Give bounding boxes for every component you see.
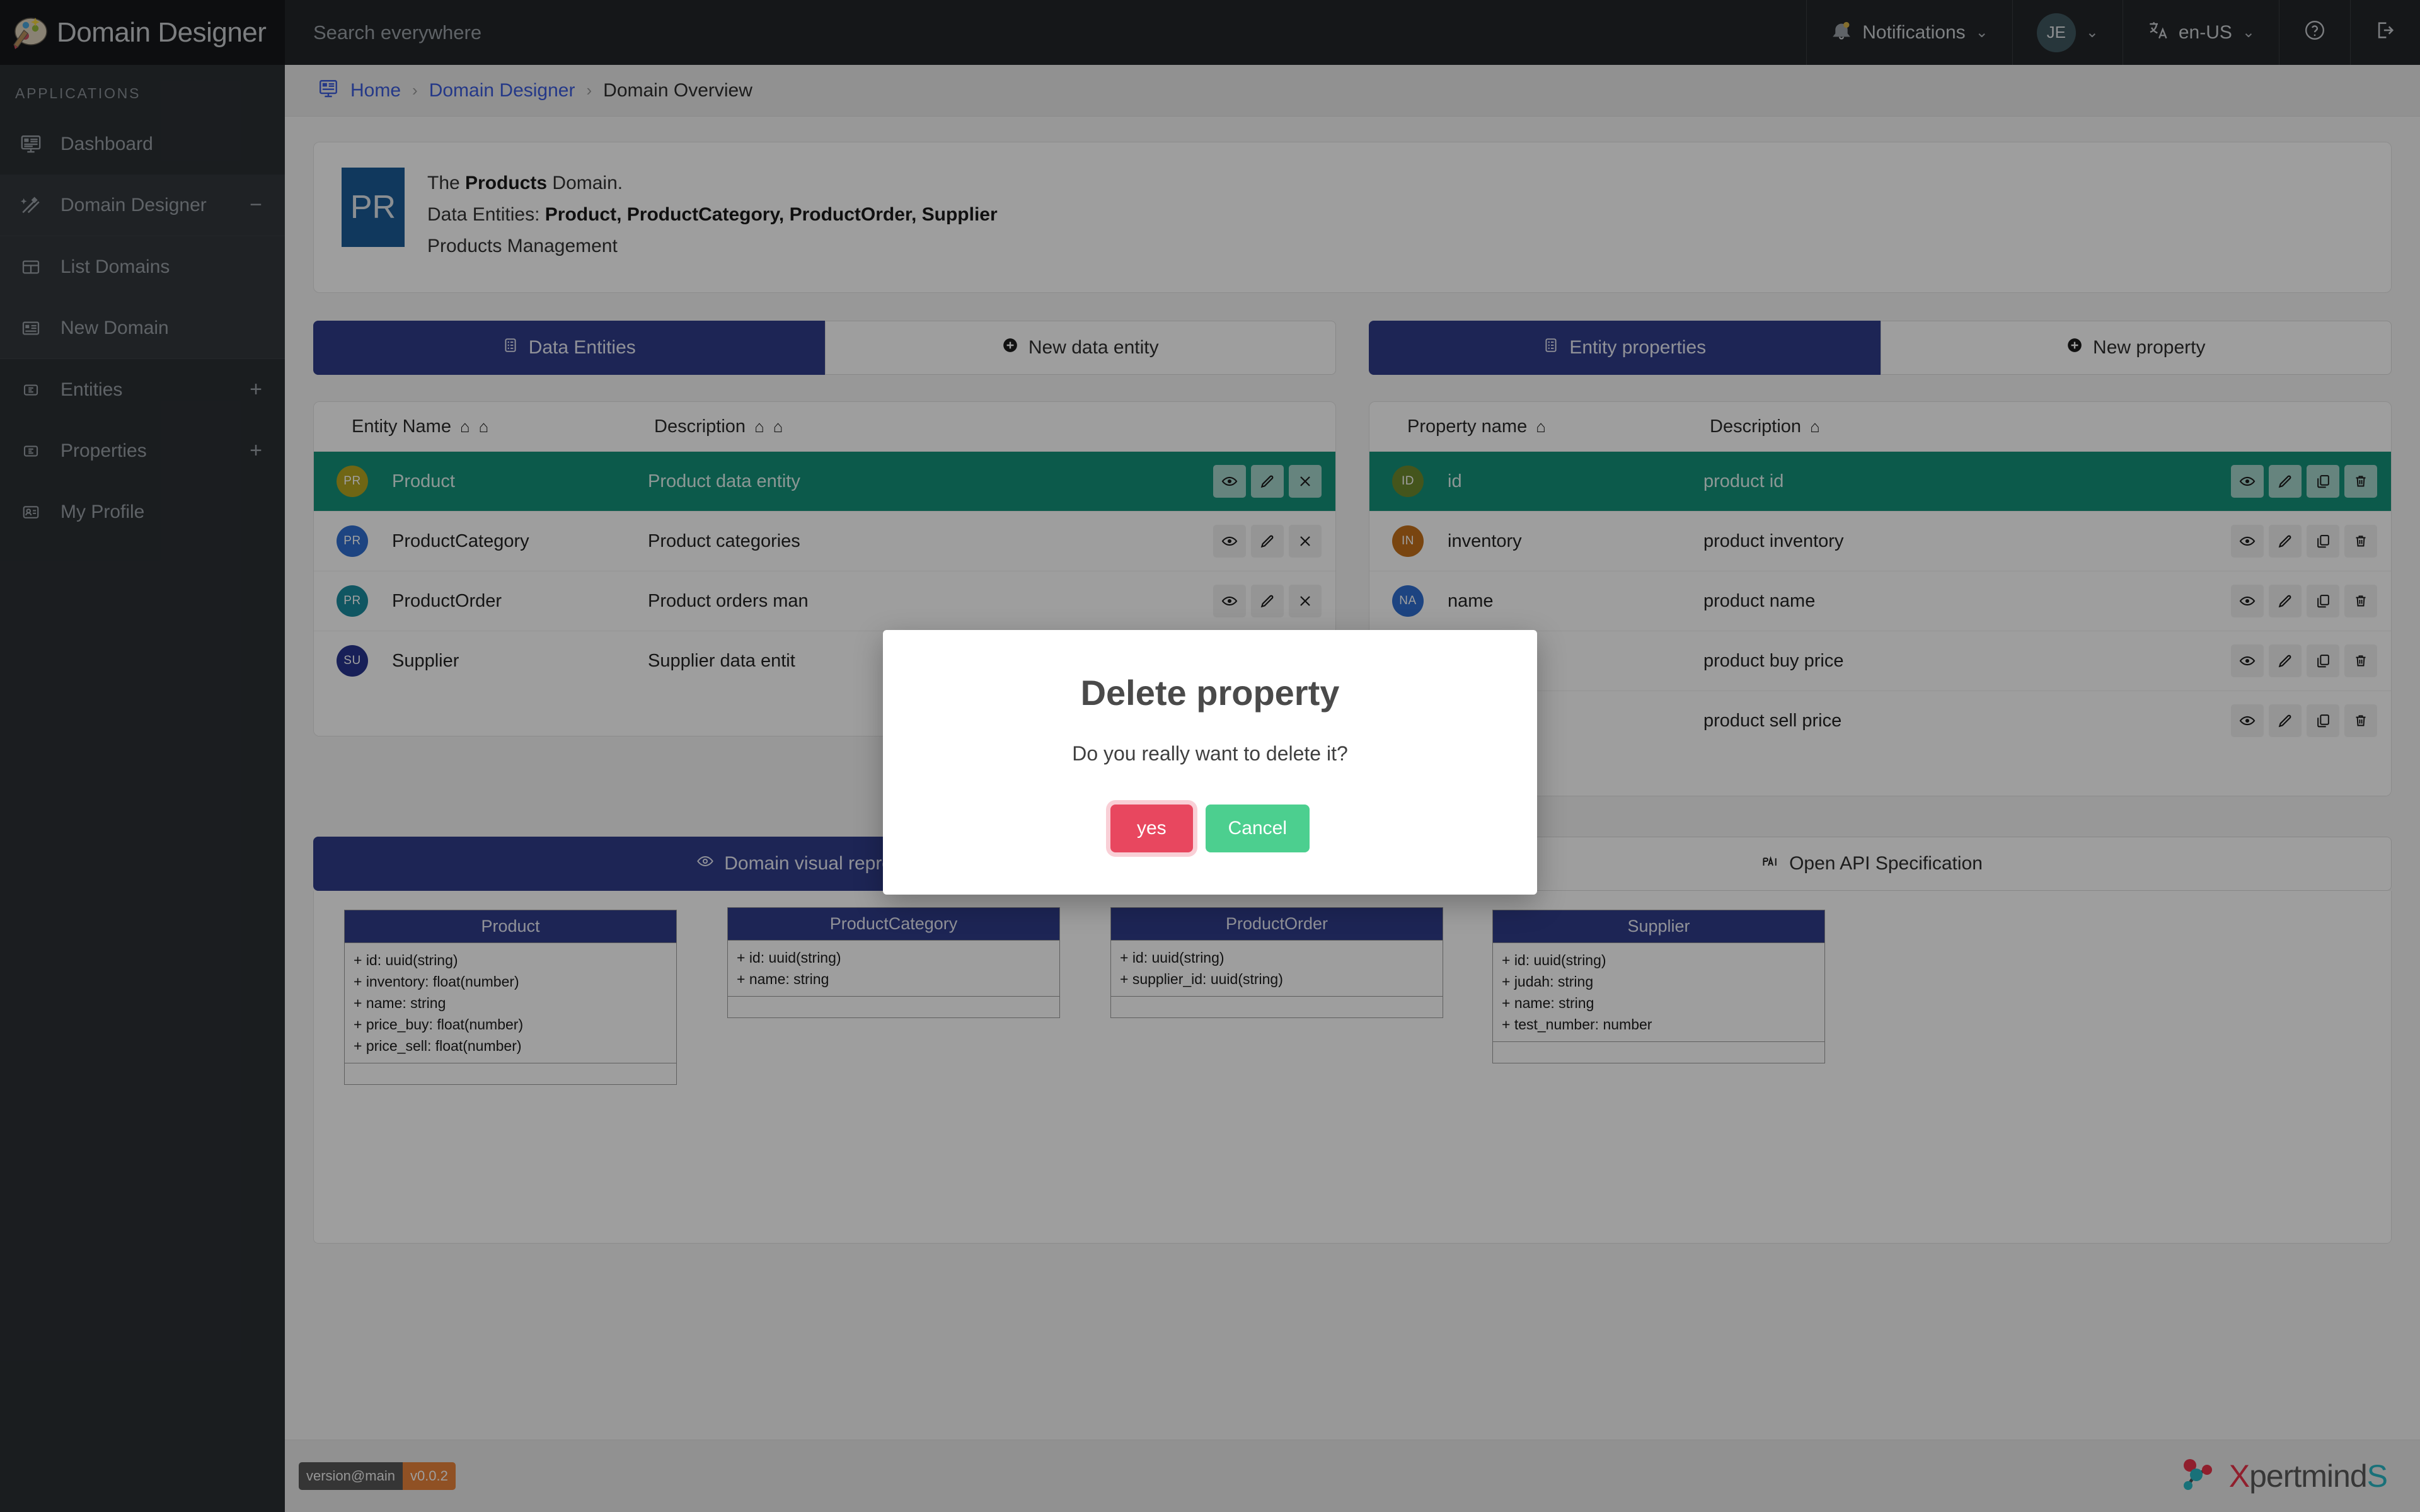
- confirm-delete-button[interactable]: yes: [1110, 805, 1193, 852]
- dialog-message: Do you really want to delete it?: [1072, 742, 1348, 765]
- cancel-button[interactable]: Cancel: [1206, 805, 1310, 852]
- delete-property-dialog: Delete property Do you really want to de…: [883, 630, 1537, 895]
- app-root: Domain Designer APPLICATIONS Dashboard: [0, 0, 2420, 1512]
- dialog-title: Delete property: [1081, 672, 1340, 713]
- dialog-actions: yes Cancel: [1110, 805, 1310, 852]
